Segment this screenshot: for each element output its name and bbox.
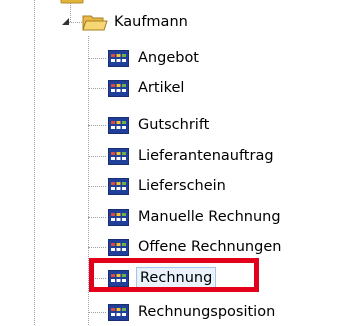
tree-guide-line-outer — [34, 0, 35, 325]
tree-node-label: Gutschrift — [138, 117, 210, 133]
tree-branch-line — [88, 247, 106, 248]
highlight-box — [89, 258, 259, 292]
tree-branch-line — [88, 186, 106, 187]
table-icon — [108, 79, 129, 97]
tree-node-label: Artikel — [138, 80, 185, 96]
tree-node-label: Rechnungsposition — [138, 304, 276, 320]
tree-node-kaufmann[interactable]: Kaufmann — [82, 8, 190, 36]
tree-branch-line — [88, 88, 106, 89]
tree-branch-line — [88, 312, 106, 313]
tree-node-label: Angebot — [138, 50, 199, 66]
folder-icon — [60, 0, 84, 4]
table-icon — [108, 238, 129, 256]
tree-node-manuelle-rechnung[interactable]: Manuelle Rechnung — [108, 203, 283, 231]
tree-node-angebot[interactable]: Angebot — [108, 44, 201, 72]
tree-node-label: Kaufmann — [114, 14, 188, 30]
tree-node-artikel[interactable]: Artikel — [108, 74, 186, 102]
table-icon — [108, 177, 129, 195]
tree-branch-line — [88, 58, 106, 59]
tree-node-gutschrift[interactable]: Gutschrift — [108, 111, 211, 139]
tree-node-label: Lieferschein — [138, 178, 226, 194]
tree-branch-line — [88, 125, 106, 126]
tree-node-label: Lieferantenauftrag — [138, 148, 274, 164]
tree-branch-line — [88, 217, 106, 218]
tree-node-lieferantenauftrag[interactable]: Lieferantenauftrag — [108, 142, 276, 170]
tree-node-rechnungsposition[interactable]: Rechnungsposition — [108, 298, 277, 326]
collapse-arrow-icon[interactable] — [61, 17, 71, 27]
tree-node-label: Manuelle Rechnung — [138, 209, 281, 225]
table-icon — [108, 208, 129, 226]
table-icon — [108, 147, 129, 165]
folder-open-icon — [82, 15, 108, 31]
table-icon — [108, 116, 129, 134]
tree-node-offene-rechnungen[interactable]: Offene Rechnungen — [108, 233, 283, 261]
table-icon — [108, 303, 129, 321]
tree-branch-line — [88, 156, 106, 157]
table-icon — [108, 49, 129, 67]
tree-node-lieferschein[interactable]: Lieferschein — [108, 172, 228, 200]
tree-node-label: Offene Rechnungen — [138, 239, 282, 255]
